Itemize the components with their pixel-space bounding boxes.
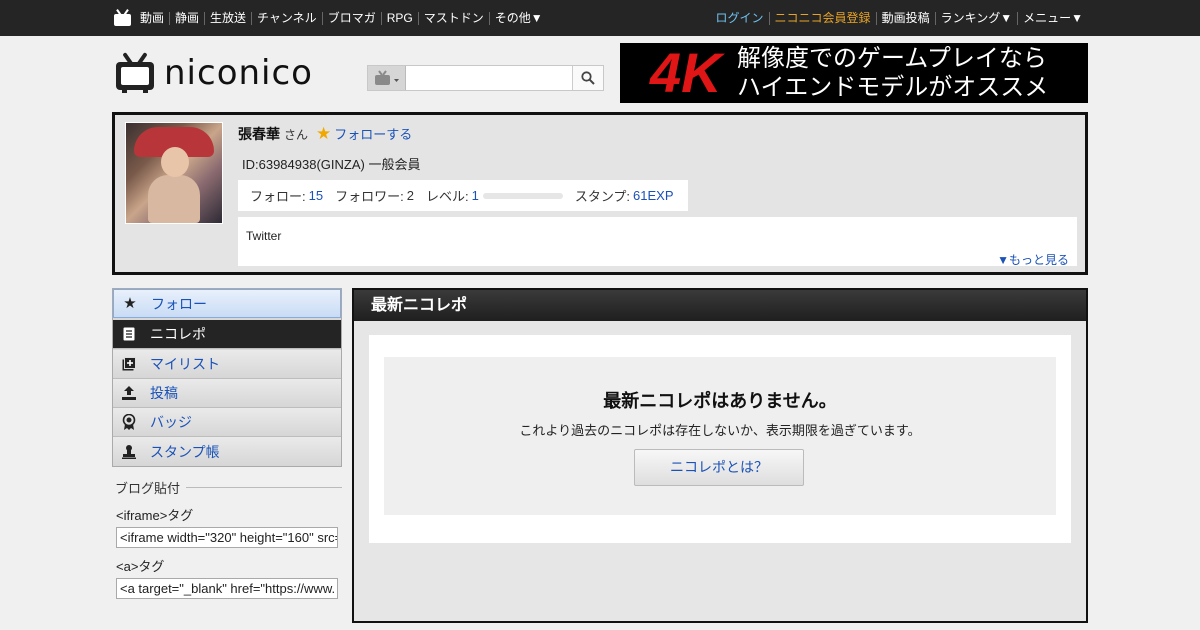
level-link[interactable]: 1 (472, 188, 479, 203)
nav-rpg[interactable]: RPG (380, 11, 418, 25)
sidebar-item-label: フォロー (151, 295, 207, 312)
upload-video-link[interactable]: 動画投稿 (875, 11, 935, 25)
user-name: 張春華 (238, 126, 280, 142)
user-id-line: ID:63984938(GINZA) 一般会員 (242, 157, 421, 172)
register-link[interactable]: ニコニコ会員登録 (768, 11, 876, 25)
follower-count: 2 (406, 188, 414, 203)
upload-icon (121, 385, 137, 401)
user-description: Twitter ▼もっと見る (238, 217, 1077, 268)
level-progress-bar (482, 192, 563, 199)
nicorepo-panel: 最新ニコレポ 最新ニコレポはありません。 これより過去のニコレポは存在しないか、… (352, 288, 1088, 623)
description-text: Twitter (246, 229, 282, 243)
follow-count-link[interactable]: 15 (309, 188, 323, 203)
what-is-nicorepo-button[interactable]: ニコレポとは？ (634, 449, 804, 486)
login-link[interactable]: ログイン (711, 11, 769, 25)
ad-4k-text: 4K (650, 43, 722, 103)
search-category-dropdown[interactable] (368, 66, 406, 90)
stamp-icon (121, 444, 137, 460)
top-nav-left: 動画 静画 生放送 チャンネル ブロマガ RPG マストドン その他▼ (114, 0, 548, 36)
show-more-link[interactable]: ▼もっと見る (997, 251, 1069, 268)
user-profile-box: 張春華 さん ★ フォローする ID:63984938(GINZA) 一般会員 … (112, 112, 1088, 275)
empty-state-heading: 最新ニコレポはありません。 (603, 391, 837, 411)
nav-seiga[interactable]: 静画 (169, 11, 204, 25)
panel-content: 最新ニコレポはありません。 これより過去のニコレポは存在しないか、表示期限を過ぎ… (369, 335, 1071, 543)
niconico-tv-logo-icon (114, 52, 156, 94)
iframe-code-field[interactable]: <iframe width="320" height="160" src= (116, 527, 338, 548)
mylist-icon (121, 356, 137, 372)
sidebar-item-mylist[interactable]: マイリスト (113, 350, 341, 379)
nav-blomaga[interactable]: ブロマガ (321, 11, 381, 25)
empty-state-box: 最新ニコレポはありません。 これより過去のニコレポは存在しないか、表示期限を過ぎ… (384, 357, 1056, 515)
sidebar-item-label: スタンプ帳 (150, 443, 220, 460)
follow-count-label: フォロー: (250, 189, 306, 204)
empty-state-message: これより過去のニコレポは存在しないか、表示期限を過ぎています。 (519, 423, 921, 438)
ad-line-2: ハイエンドモデルがオススメ (737, 74, 1049, 101)
document-icon (121, 326, 137, 342)
search-button[interactable] (572, 66, 603, 90)
nav-mastodon[interactable]: マストドン (417, 11, 489, 25)
iframe-tag-label: <iframe>タグ (116, 508, 194, 523)
niconico-tv-icon[interactable] (114, 9, 132, 26)
sidebar-item-follow[interactable]: ★ フォロー (113, 289, 341, 318)
nav-other-dropdown[interactable]: その他▼ (488, 11, 548, 25)
stamp-label: スタンプ: (574, 189, 631, 204)
a-tag-code-field[interactable]: <a target="_blank" href="https://www. (116, 578, 338, 599)
sidebar-item-label: 投稿 (150, 385, 178, 401)
top-navigation-bar: 動画 静画 生放送 チャンネル ブロマガ RPG マストドン その他▼ ログイン… (0, 0, 1200, 36)
sidebar-item-upload[interactable]: 投稿 (113, 379, 341, 408)
ad-line-1: 解像度でのゲームプレイなら (737, 45, 1047, 72)
blog-embed-title: ブログ貼付 (115, 481, 181, 496)
side-menu: ★ フォロー ニコレポ マイリスト 投稿 バッジ スタンプ帳 (112, 288, 342, 467)
menu-dropdown[interactable]: メニュー▼ (1017, 11, 1088, 25)
blog-embed-section: ブログ貼付 <iframe>タグ <iframe width="320" hei… (112, 478, 342, 599)
user-stats: フォロー: 15 フォロワー: 2 レベル: 1 スタンプ: 61EXP (238, 180, 688, 211)
a-tag-label: <a>タグ (116, 559, 165, 574)
level-label: レベル: (425, 189, 469, 204)
badge-icon (121, 414, 137, 430)
sidebar-item-stamp[interactable]: スタンプ帳 (113, 437, 341, 466)
sidebar-item-badge[interactable]: バッジ (113, 408, 341, 437)
tv-category-icon (374, 70, 399, 85)
search-icon (581, 71, 595, 85)
user-avatar (125, 122, 223, 224)
niconico-logo[interactable]: niconico (114, 52, 313, 94)
sidebar-item-label: マイリスト (150, 356, 220, 372)
sidebar-item-nicorepo[interactable]: ニコレポ (113, 320, 341, 349)
blog-embed-heading: ブログ貼付 (112, 478, 342, 497)
follower-count-label: フォロワー: (335, 189, 404, 204)
search-bar (367, 65, 604, 91)
sidebar-item-label: ニコレポ (150, 326, 206, 342)
nav-channel[interactable]: チャンネル (251, 11, 322, 25)
nav-live[interactable]: 生放送 (204, 11, 251, 25)
divider (186, 487, 342, 488)
stamp-exp-link[interactable]: 61EXP (633, 188, 673, 203)
star-icon[interactable]: ★ (316, 124, 331, 144)
ad-banner[interactable]: 4K 解像度でのゲームプレイなら ハイエンドモデルがオススメ (620, 43, 1088, 103)
follow-button[interactable]: フォローする (334, 124, 412, 143)
logo-text: niconico (164, 53, 313, 93)
top-nav-right: ログイン ニコニコ会員登録 動画投稿 ランキング▼ メニュー▼ (711, 0, 1088, 36)
sidebar-item-label: バッジ (150, 414, 192, 430)
ranking-dropdown[interactable]: ランキング▼ (934, 11, 1018, 25)
star-icon: ★ (123, 294, 137, 312)
user-honorific: さん (284, 128, 309, 142)
search-input[interactable] (406, 66, 572, 90)
profile-name-row: 張春華 さん ★ フォローする (238, 124, 412, 144)
nav-video[interactable]: 動画 (140, 11, 169, 25)
panel-title: 最新ニコレポ (354, 290, 1086, 321)
